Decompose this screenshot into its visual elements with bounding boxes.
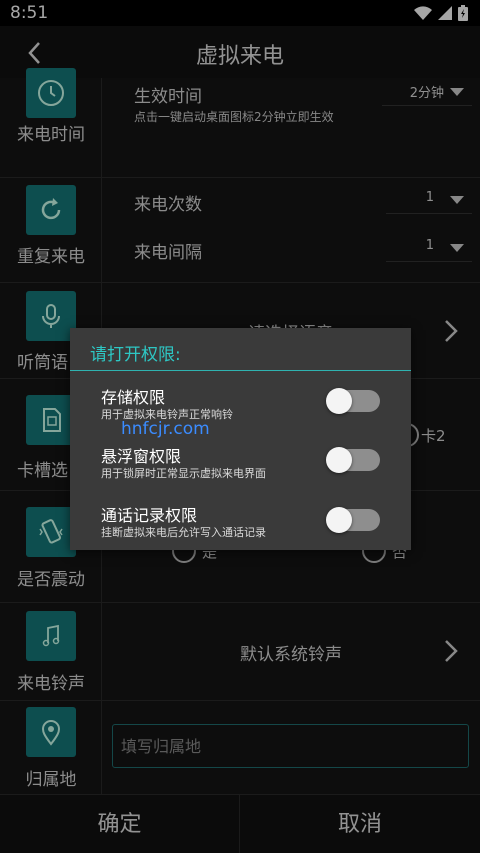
storage-permission-title: 存储权限 [101,388,166,407]
call-log-permission-title: 通话记录权限 [101,506,198,525]
overlay-permission-toggle[interactable] [326,447,380,473]
overlay-permission-desc: 用于锁屏时正常显示虚拟来电界面 [101,467,266,480]
toggle-knob [326,447,352,473]
toggle-knob [326,507,352,533]
toggle-knob [326,388,352,414]
watermark-text: hnfcjr.com [121,419,210,439]
storage-permission-toggle[interactable] [326,388,380,414]
dialog-title: 请打开权限: [90,345,181,365]
call-log-permission-toggle[interactable] [326,507,380,533]
dialog-divider [70,370,411,371]
call-log-permission-desc: 挂断虚拟来电后允许写入通话记录 [101,526,266,539]
overlay-permission-title: 悬浮窗权限 [101,447,182,466]
permission-dialog: 请打开权限: 存储权限 用于虚拟来电铃声正常响铃 悬浮窗权限 用于锁屏时正常显示… [70,328,411,550]
